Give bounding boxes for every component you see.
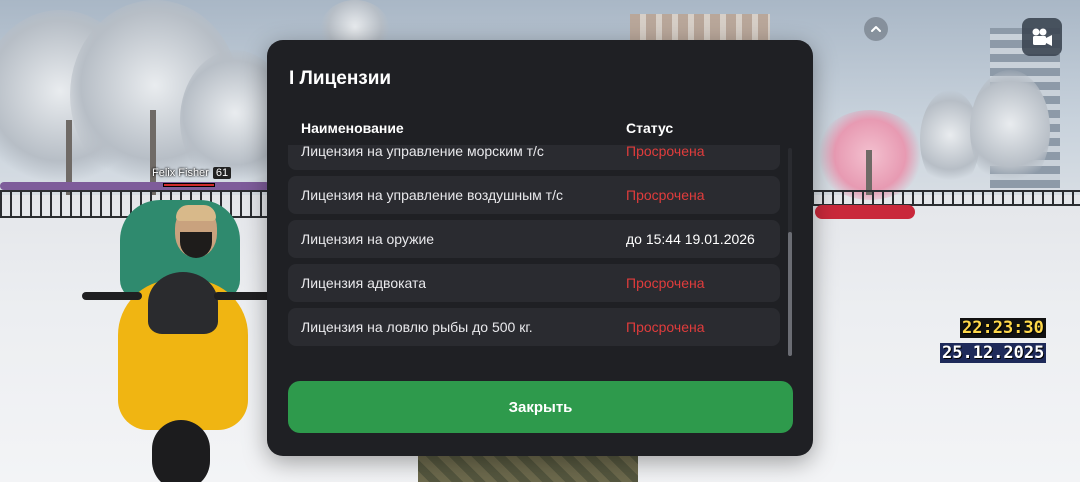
license-row: Лицензия на оружие до 15:44 19.01.2026 xyxy=(288,220,780,258)
license-status: Просрочена xyxy=(626,187,705,203)
motorcycle-windscreen xyxy=(148,272,218,334)
red-bush xyxy=(815,205,915,219)
license-list[interactable]: Лицензия на управление морским т/с Просро… xyxy=(288,145,780,357)
license-status: до 15:44 19.01.2026 xyxy=(626,231,755,247)
license-status: Просрочена xyxy=(626,275,705,291)
scrollbar-thumb[interactable] xyxy=(788,232,792,356)
motorcycle-handlebar xyxy=(82,292,142,300)
hud-date: 25.12.2025 xyxy=(940,343,1047,363)
dialog-title: I Лицензии xyxy=(289,68,392,89)
tree-trunk xyxy=(866,150,872,195)
license-name: Лицензия на управление морским т/с xyxy=(301,145,544,159)
player-name: Felix Fisher xyxy=(152,167,209,179)
player-hair xyxy=(176,205,216,221)
snowy-tree xyxy=(970,70,1050,190)
player-health-bar xyxy=(163,183,215,187)
player-level: 61 xyxy=(212,167,232,179)
motorcycle-wheel xyxy=(152,420,210,482)
camera-button[interactable] xyxy=(1022,18,1062,56)
license-row: Лицензия на управление морским т/с Просро… xyxy=(288,145,780,170)
column-header-name: Наименование xyxy=(301,120,404,136)
license-row: Лицензия адвоката Просрочена xyxy=(288,264,780,302)
fence xyxy=(812,190,1080,206)
license-status: Просрочена xyxy=(626,319,705,335)
license-row: Лицензия на ловлю рыбы до 500 кг. Просроч… xyxy=(288,308,780,346)
player-nametag: Felix Fisher 61 xyxy=(152,167,232,179)
license-name: Лицензия на оружие xyxy=(301,231,435,247)
license-row: Лицензия на управление воздушным т/с Прос… xyxy=(288,176,780,214)
video-camera-icon xyxy=(1032,28,1052,46)
column-header-status: Статус xyxy=(626,120,674,136)
scrollbar[interactable] xyxy=(788,148,792,356)
chevron-up-icon xyxy=(871,26,881,32)
flower-bed xyxy=(0,182,270,190)
license-list-content: Лицензия на управление морским т/с Просро… xyxy=(288,145,780,352)
motorcycle-handlebar xyxy=(214,292,274,300)
npc-legs xyxy=(418,455,638,482)
license-name: Лицензия адвоката xyxy=(301,275,427,291)
license-name: Лицензия на управление воздушным т/с xyxy=(301,187,563,203)
license-status: Просрочена xyxy=(626,145,705,159)
collapse-button[interactable] xyxy=(864,17,888,41)
close-button[interactable]: Закрыть xyxy=(288,381,793,433)
licenses-dialog: I Лицензии Наименование Статус Лицензия … xyxy=(267,40,813,456)
hud-clock: 22:23:30 xyxy=(960,318,1046,338)
license-name: Лицензия на ловлю рыбы до 500 кг. xyxy=(301,319,533,335)
